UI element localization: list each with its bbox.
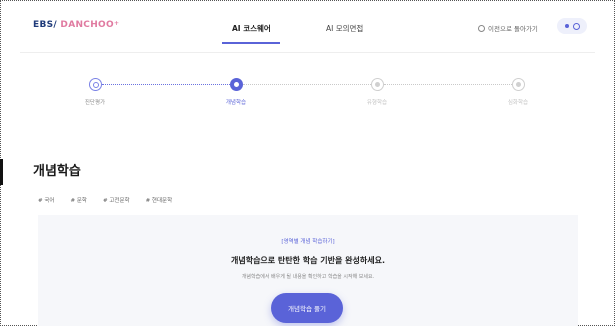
content-card: [영역별 개념 학습하기] 개념학습으로 탄탄한 학습 기반을 완성하세요. 개…: [38, 215, 578, 326]
dot-icon: [375, 82, 380, 87]
step-connector-3: [384, 84, 512, 85]
header-divider: [20, 52, 595, 53]
dot-icon: [234, 82, 239, 87]
logo-danchoo: DANCHOO: [60, 20, 114, 30]
step-3-label: 유형학습: [366, 100, 388, 106]
step-4-label: 심화학습: [507, 100, 529, 106]
filter-tags: # 국어 # 문학 # 고전문학 # 현대문학: [38, 196, 172, 204]
start-learning-button[interactable]: 개념학습 풀기: [271, 293, 343, 323]
logo-ebs: EBS: [33, 20, 54, 30]
active-tab-indicator: [222, 42, 280, 44]
filter-tag[interactable]: # 문학: [70, 196, 86, 204]
section-marker: [0, 159, 3, 185]
logo-plus: +: [113, 20, 120, 27]
step-connector-2: [243, 84, 371, 85]
history-icon: [478, 24, 485, 32]
top-header: EBS/ DANCHOO+ AI 코스웨어 AI 모의면접 이전으로 돌아가기: [0, 0, 615, 52]
filter-tag[interactable]: # 국어: [38, 196, 54, 204]
search-icon: [572, 22, 580, 30]
tab-ai-interview[interactable]: AI 모의면접: [326, 23, 363, 34]
dot-icon: [516, 82, 521, 87]
card-description: 개념학습에서 배우게 될 내용을 확인하고 학습을 시작해 보세요.: [241, 274, 375, 280]
back-link[interactable]: 이전으로 돌아가기: [478, 23, 538, 33]
step-connector-1: [102, 84, 230, 85]
page-title: 개념학습: [33, 164, 81, 179]
card-tag: [영역별 개념 학습하기]: [281, 239, 335, 245]
dot-icon: [564, 24, 569, 28]
check-icon: [92, 81, 99, 88]
step-2-circle[interactable]: [230, 78, 243, 91]
step-3-circle[interactable]: [371, 78, 384, 91]
filter-tag[interactable]: # 현대문학: [146, 196, 173, 204]
search-toggle[interactable]: [557, 18, 587, 34]
filter-tag[interactable]: # 고전문학: [103, 196, 130, 204]
back-link-label: 이전으로 돌아가기: [488, 25, 538, 33]
step-1-circle[interactable]: [89, 78, 102, 91]
tab-ai-courseware[interactable]: AI 코스웨어: [232, 23, 271, 34]
step-2-label: 개념학습: [225, 100, 247, 106]
brand-logo[interactable]: EBS/ DANCHOO+: [33, 20, 119, 30]
card-headline: 개념학습으로 탄탄한 학습 기반을 완성하세요.: [230, 256, 386, 265]
logo-slash: /: [53, 20, 57, 30]
step-4-circle[interactable]: [512, 78, 525, 91]
step-1-label: 진단평가: [84, 100, 106, 106]
